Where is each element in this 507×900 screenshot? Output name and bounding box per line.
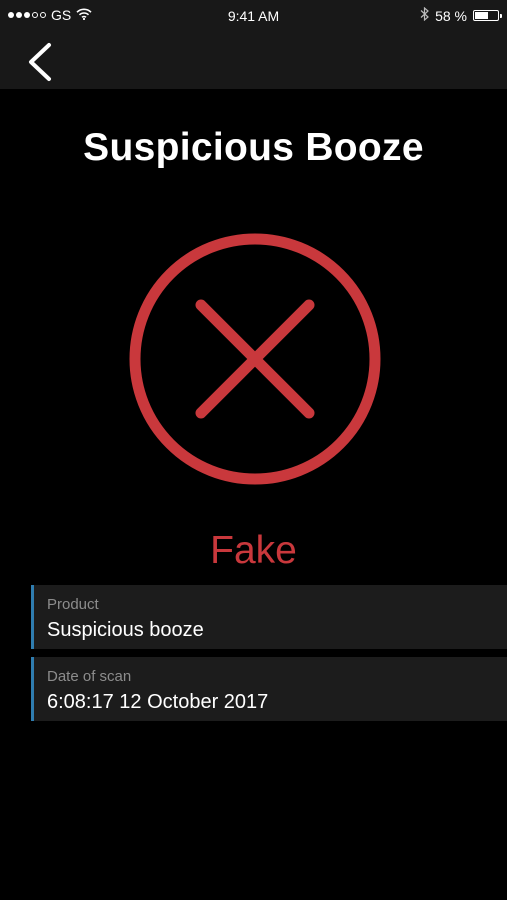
chevron-left-icon <box>29 43 51 81</box>
screen: GS 9:41 AM 58 % Suspicious Booze Fake Pr… <box>0 0 507 900</box>
product-value: Suspicious booze <box>47 619 204 641</box>
navigation-bar <box>0 33 507 89</box>
result-label: Fake <box>210 529 297 572</box>
date-of-scan-value: 6:08:17 12 October 2017 <box>47 691 269 713</box>
page-title: Suspicious Booze <box>83 126 424 169</box>
battery-percentage: 58 % <box>435 7 467 24</box>
bluetooth-icon <box>420 6 429 24</box>
product-label: Product <box>47 596 99 613</box>
date-of-scan-label: Date of scan <box>47 668 132 685</box>
date-of-scan-card: Date of scan 6:08:17 12 October 2017 <box>31 657 507 721</box>
cross-circle-icon <box>128 232 382 486</box>
battery-fill <box>475 12 488 19</box>
status-bar: GS 9:41 AM 58 % <box>0 0 507 33</box>
battery-icon <box>473 10 502 21</box>
status-right: 58 % <box>420 6 502 24</box>
back-button[interactable] <box>18 39 62 83</box>
product-card: Product Suspicious booze <box>31 585 507 649</box>
